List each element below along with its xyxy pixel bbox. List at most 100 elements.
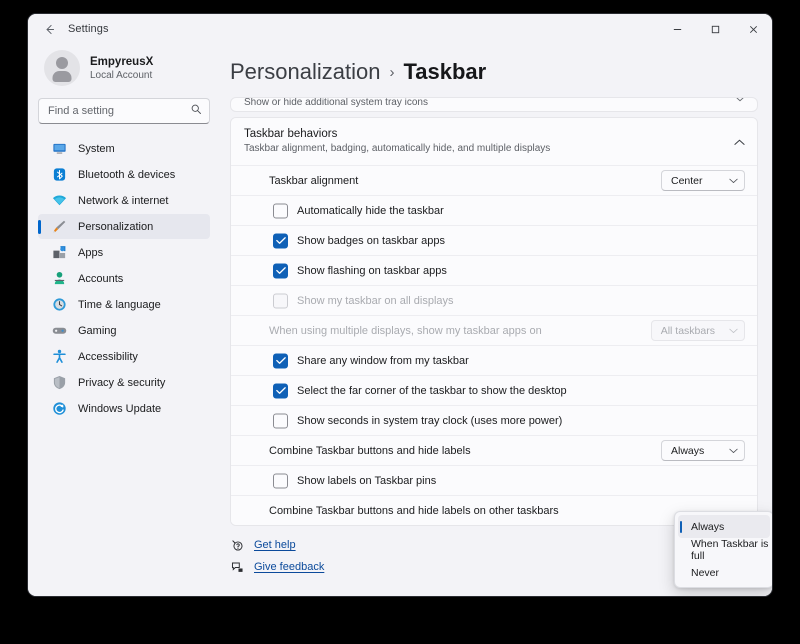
combine-other-taskbars-dropdown-menu[interactable]: Always When Taskbar is full Never bbox=[674, 511, 772, 588]
dropdown-option-never[interactable]: Never bbox=[678, 561, 770, 584]
chevron-up-icon[interactable] bbox=[734, 133, 745, 151]
sidebar-item-label: Windows Update bbox=[78, 402, 162, 415]
row-label: Show flashing on taskbar apps bbox=[297, 264, 447, 277]
person-icon bbox=[51, 271, 67, 287]
sidebar-item-label: Apps bbox=[78, 246, 104, 259]
get-help-label: Get help bbox=[254, 539, 296, 551]
sidebar-item-time-language[interactable]: Time & language bbox=[38, 292, 210, 317]
expander-subtitle: Taskbar alignment, badging, automaticall… bbox=[244, 143, 551, 154]
dropdown-option-label: When Taskbar is full bbox=[691, 537, 769, 562]
combobox-value: All taskbars bbox=[660, 324, 715, 337]
search-box bbox=[38, 98, 210, 124]
dropdown-option-label: Never bbox=[691, 566, 720, 579]
row-taskbar-alignment[interactable]: Taskbar alignment Center bbox=[231, 165, 757, 195]
row-multiple-displays-taskbar-apps: When using multiple displays, show my ta… bbox=[231, 315, 757, 345]
wifi-icon bbox=[51, 193, 67, 209]
chevron-down-icon bbox=[729, 325, 738, 337]
row-automatically-hide-taskbar[interactable]: Automatically hide the taskbar bbox=[231, 195, 757, 225]
sidebar-item-bluetooth-devices[interactable]: Bluetooth & devices bbox=[38, 162, 210, 187]
row-label: When using multiple displays, show my ta… bbox=[269, 324, 542, 337]
checkbox-share-any-window[interactable] bbox=[273, 353, 288, 368]
apps-icon bbox=[51, 245, 67, 261]
row-show-seconds-system-tray-clock[interactable]: Show seconds in system tray clock (uses … bbox=[231, 405, 757, 435]
account-block[interactable]: EmpyreusX Local Account bbox=[34, 44, 214, 96]
title-bar: Settings bbox=[28, 14, 772, 44]
row-label: Show badges on taskbar apps bbox=[297, 234, 445, 247]
row-label: Show my taskbar on all displays bbox=[297, 294, 454, 307]
sidebar-item-label: Bluetooth & devices bbox=[78, 168, 176, 181]
breadcrumb-root[interactable]: Personalization bbox=[230, 59, 380, 85]
checkbox-show-badges-on-taskbar-apps[interactable] bbox=[273, 233, 288, 248]
dropdown-option-label: Always bbox=[691, 520, 725, 533]
page-title: Taskbar bbox=[403, 59, 487, 84]
system-tray-card-label: Show or hide additional system tray icon… bbox=[244, 97, 428, 108]
chevron-down-icon bbox=[729, 175, 738, 187]
checkbox-show-flashing-on-taskbar-apps[interactable] bbox=[273, 263, 288, 278]
expander-title: Taskbar behaviors bbox=[244, 128, 338, 140]
taskbar-behaviors-card: Taskbar behaviors Taskbar alignment, bad… bbox=[230, 117, 758, 526]
sidebar-nav: System Bluetooth & devices Network & int… bbox=[34, 136, 214, 421]
checkbox-select-far-corner-show-desktop[interactable] bbox=[273, 383, 288, 398]
window-body: EmpyreusX Local Account System bbox=[28, 44, 772, 596]
sidebar-item-label: System bbox=[78, 142, 115, 155]
row-show-labels-on-taskbar-pins[interactable]: Show labels on Taskbar pins bbox=[231, 465, 757, 495]
sidebar-item-accounts[interactable]: Accounts bbox=[38, 266, 210, 291]
account-subtitle: Local Account bbox=[90, 69, 153, 81]
sidebar-item-personalization[interactable]: Personalization bbox=[38, 214, 210, 239]
taskbar-behaviors-rows: Taskbar alignment Center Automatically h… bbox=[231, 165, 757, 525]
taskbar-behaviors-expander[interactable]: Taskbar behaviors Taskbar alignment, bad… bbox=[231, 118, 757, 165]
minimize-button[interactable] bbox=[658, 14, 696, 44]
sidebar-item-apps[interactable]: Apps bbox=[38, 240, 210, 265]
dropdown-option-when-taskbar-is-full[interactable]: When Taskbar is full bbox=[678, 537, 770, 562]
combobox-value: Center bbox=[671, 174, 703, 187]
row-label: Select the far corner of the taskbar to … bbox=[297, 384, 567, 397]
combine-taskbar-buttons-combobox[interactable]: Always bbox=[661, 440, 745, 461]
dropdown-option-always[interactable]: Always bbox=[678, 515, 770, 538]
checkbox-automatically-hide-taskbar[interactable] bbox=[273, 203, 288, 218]
shield-icon bbox=[51, 375, 67, 391]
checkbox-show-labels-on-taskbar-pins[interactable] bbox=[273, 473, 288, 488]
chevron-down-icon bbox=[735, 98, 745, 107]
row-combine-taskbar-buttons[interactable]: Combine Taskbar buttons and hide labels … bbox=[231, 435, 757, 465]
row-show-badges-on-taskbar-apps[interactable]: Show badges on taskbar apps bbox=[231, 225, 757, 255]
give-feedback-label: Give feedback bbox=[254, 561, 325, 573]
feedback-icon bbox=[230, 560, 244, 574]
clock-icon bbox=[51, 297, 67, 313]
sidebar-item-accessibility[interactable]: Accessibility bbox=[38, 344, 210, 369]
sidebar-item-label: Privacy & security bbox=[78, 376, 166, 389]
row-show-flashing-on-taskbar-apps[interactable]: Show flashing on taskbar apps bbox=[231, 255, 757, 285]
sidebar-item-label: Time & language bbox=[78, 298, 161, 311]
bluetooth-icon bbox=[51, 167, 67, 183]
close-button[interactable] bbox=[734, 14, 772, 44]
gamepad-icon bbox=[51, 323, 67, 339]
sidebar-item-system[interactable]: System bbox=[38, 136, 210, 161]
maximize-button[interactable] bbox=[696, 14, 734, 44]
accessibility-icon bbox=[51, 349, 67, 365]
sidebar-item-label: Personalization bbox=[78, 220, 154, 233]
paintbrush-icon bbox=[51, 219, 67, 235]
sidebar-item-label: Gaming bbox=[78, 324, 117, 337]
row-label: Show labels on Taskbar pins bbox=[297, 474, 437, 487]
multiple-displays-combobox: All taskbars bbox=[650, 320, 745, 341]
row-label: Show seconds in system tray clock (uses … bbox=[297, 414, 563, 427]
breadcrumb-separator: › bbox=[389, 63, 395, 81]
taskbar-alignment-combobox[interactable]: Center bbox=[661, 170, 745, 191]
avatar-icon bbox=[44, 50, 80, 86]
system-tray-card[interactable]: Show or hide additional system tray icon… bbox=[230, 97, 758, 112]
row-label: Share any window from my taskbar bbox=[297, 354, 469, 367]
back-arrow-icon[interactable] bbox=[34, 15, 64, 43]
update-icon bbox=[51, 401, 67, 417]
window-controls bbox=[658, 14, 772, 44]
sidebar-item-gaming[interactable]: Gaming bbox=[38, 318, 210, 343]
checkbox-show-seconds-system-tray-clock[interactable] bbox=[273, 413, 288, 428]
settings-window: Settings EmpyreusX Local Account Find a … bbox=[28, 14, 772, 596]
row-select-far-corner-show-desktop[interactable]: Select the far corner of the taskbar to … bbox=[231, 375, 757, 405]
row-share-any-window[interactable]: Share any window from my taskbar bbox=[231, 345, 757, 375]
sidebar-item-network-internet[interactable]: Network & internet bbox=[38, 188, 210, 213]
search-input[interactable] bbox=[38, 98, 210, 124]
sidebar-item-label: Network & internet bbox=[78, 194, 169, 207]
sidebar-item-privacy-security[interactable]: Privacy & security bbox=[38, 370, 210, 395]
checkbox-show-taskbar-on-all-displays bbox=[273, 293, 288, 308]
sidebar-item-windows-update[interactable]: Windows Update bbox=[38, 396, 210, 421]
breadcrumb: Personalization › Taskbar bbox=[230, 44, 772, 97]
